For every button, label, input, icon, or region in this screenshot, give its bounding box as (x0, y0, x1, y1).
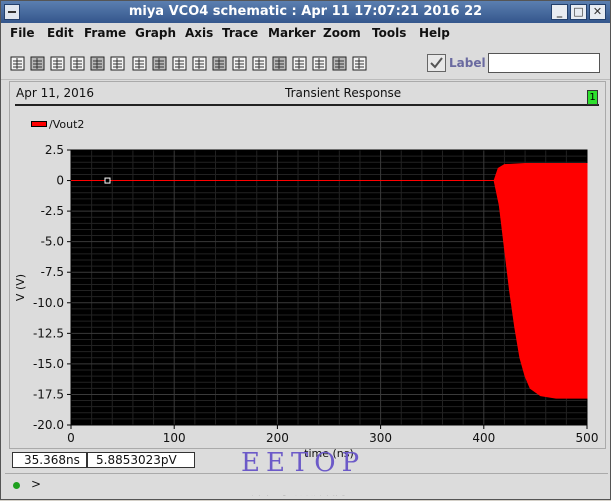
command-line[interactable]: > (5, 473, 608, 495)
transient-chart[interactable]: 0 100 200 300 400 500 2.5 0 -2.5 -5.0 -7.5 -10.0 -12… (1, 1, 611, 501)
y-tick-label: -10.0 (33, 296, 64, 310)
x-tick-label: 0 (67, 431, 75, 445)
cursor-marker (104, 177, 111, 184)
command-prompt: > (31, 477, 42, 491)
y-tick-label: -12.5 (33, 326, 64, 340)
x-tick-label: 500 (576, 431, 599, 445)
y-axis-label: V (V) (14, 274, 27, 301)
x-tick-label: 300 (369, 431, 392, 445)
y-tick-label: -7.5 (41, 265, 64, 279)
y-tick-label: -2.5 (41, 204, 64, 218)
x-tick-label: 200 (266, 431, 289, 445)
app-window: miya VCO4 schematic : Apr 11 17:07:21 20… (0, 0, 611, 500)
y-tick-label: -17.5 (33, 387, 64, 401)
x-readout: 35.368ns (12, 452, 87, 468)
y-tick-label: 0 (56, 174, 64, 188)
y-tick-label: -5.0 (41, 235, 64, 249)
y-readout: 5.8853023pV (87, 452, 195, 468)
y-tick-label: 2.5 (45, 143, 64, 157)
x-tick-label: 400 (472, 431, 495, 445)
x-tick-label: 100 (163, 431, 186, 445)
y-tick-label: -20.0 (33, 418, 64, 432)
y-tick-label: -15.0 (33, 357, 64, 371)
status-led-icon (13, 482, 20, 489)
